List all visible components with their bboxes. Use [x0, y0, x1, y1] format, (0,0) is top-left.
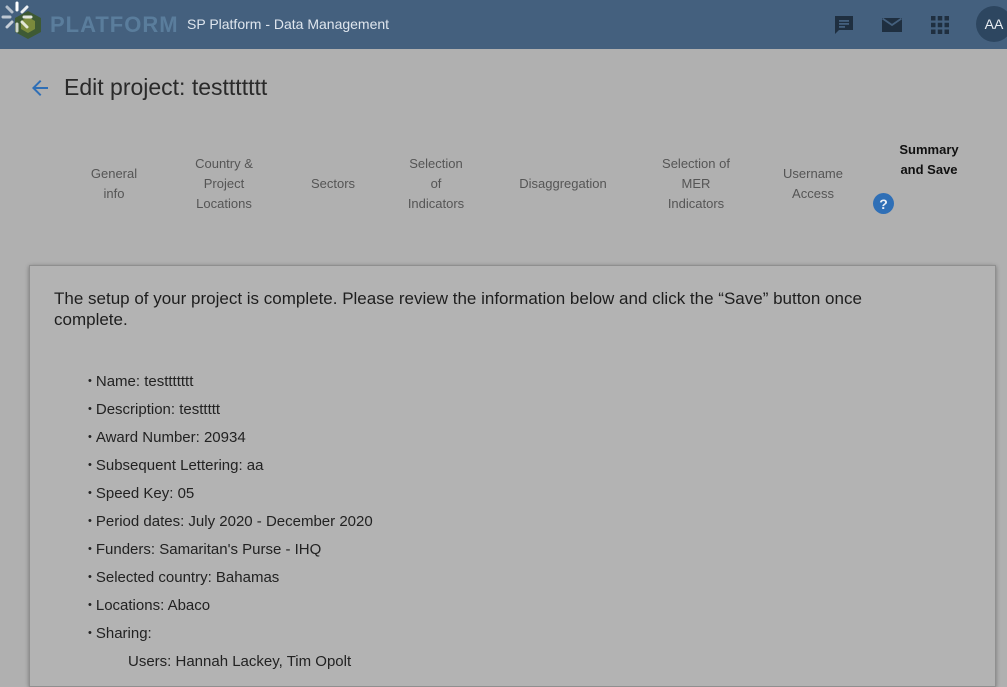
summary-item-description: Description: testtttt [88, 396, 373, 424]
summary-intro: The setup of your project is complete. P… [54, 289, 862, 329]
help-icon[interactable]: ? [873, 193, 894, 214]
step-country-locations[interactable]: Country & Project Locations [179, 154, 269, 214]
app-header: PLATFORM SP Platform - Data Management A… [0, 0, 1007, 49]
summary-card: The setup of your project is complete. P… [29, 265, 996, 687]
summary-item-sharing: Sharing: [88, 620, 373, 648]
mail-icon[interactable] [880, 13, 904, 37]
arrow-back-icon[interactable] [28, 76, 52, 100]
platform-logo[interactable]: PLATFORM [14, 10, 179, 40]
step-username-access[interactable]: Username Access [768, 164, 858, 204]
loading-spinner-icon [1, 1, 33, 33]
chat-icon[interactable] [832, 13, 856, 37]
summary-item-award-number: Award Number: 20934 [88, 424, 373, 452]
step-summary-and-save[interactable]: Summary and Save [884, 140, 974, 180]
step-disaggregation[interactable]: Disaggregation [503, 174, 623, 194]
summary-item-period-dates: Period dates: July 2020 - December 2020 [88, 508, 373, 536]
user-avatar[interactable]: AA [976, 6, 1007, 42]
summary-item-name: Name: testtttttt [88, 368, 373, 396]
page-title: Edit project: testtttttt [64, 74, 268, 100]
step-general-info[interactable]: General info [74, 164, 154, 204]
summary-item-locations: Locations: Abaco [88, 592, 373, 620]
step-mer-indicators[interactable]: Selection of MER Indicators [646, 154, 746, 214]
app-title: SP Platform - Data Management [187, 16, 390, 32]
summary-item-speed-key: Speed Key: 05 [88, 480, 373, 508]
logo-text: PLATFORM [50, 12, 179, 37]
step-selection-of-indicators[interactable]: Selection of Indicators [391, 154, 481, 214]
summary-item-sharing-users: Users: Hannah Lackey, Tim Opolt [128, 653, 352, 670]
apps-grid-icon[interactable] [928, 13, 952, 37]
step-sectors[interactable]: Sectors [293, 174, 373, 194]
summary-list: Name: testtttttt Description: testtttt A… [88, 368, 373, 676]
summary-item-funders: Funders: Samaritan's Purse - IHQ [88, 536, 373, 564]
summary-item-selected-country: Selected country: Bahamas [88, 564, 373, 592]
summary-item-subsequent-lettering: Subsequent Lettering: aa [88, 452, 373, 480]
